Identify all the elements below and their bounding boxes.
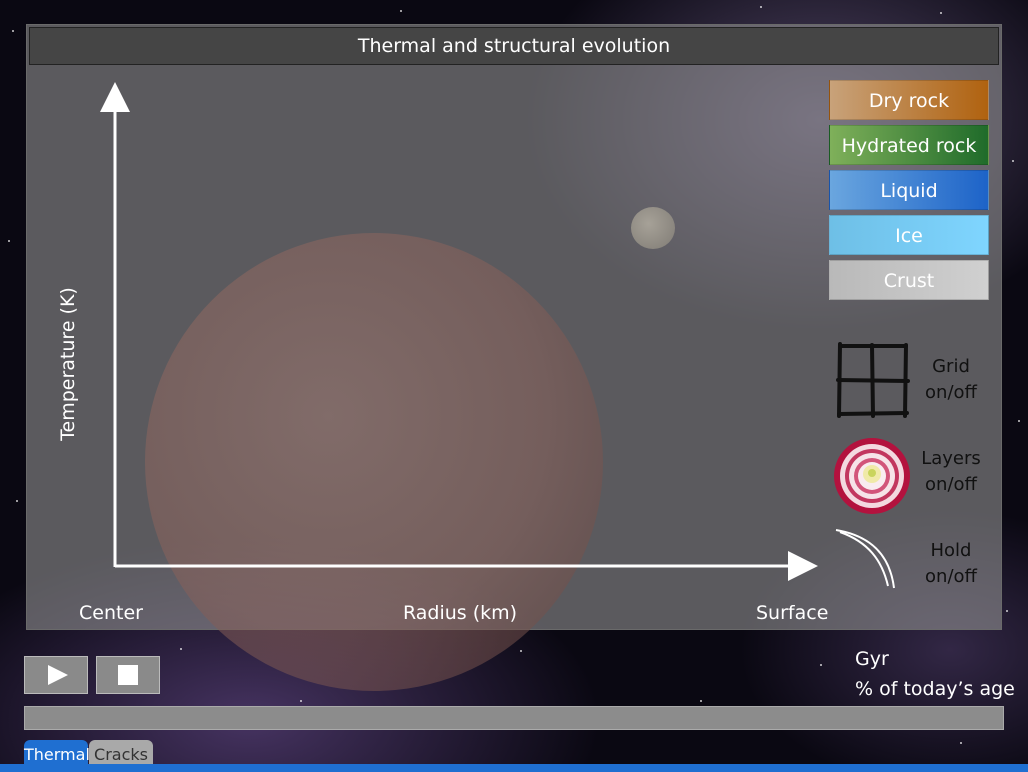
- play-icon: [48, 665, 68, 685]
- grid-toggle-label: Grid on/off: [925, 356, 977, 403]
- y-axis-label: Temperature (K): [57, 287, 79, 441]
- time-progress-bar[interactable]: [24, 706, 1004, 730]
- x-axis-label: Radius (km): [403, 602, 518, 624]
- legend-ice: Ice: [829, 215, 989, 255]
- onion-layers-icon: [834, 438, 910, 514]
- hold-toggle[interactable]: Hold on/off: [832, 526, 1012, 596]
- legend-crust: Crust: [829, 260, 989, 300]
- layers-toggle-label: Layers on/off: [921, 448, 981, 495]
- stop-button[interactable]: [96, 656, 160, 694]
- legend-dry-rock: Dry rock: [829, 80, 989, 120]
- x-tick-surface: Surface: [756, 602, 829, 624]
- play-button[interactable]: [24, 656, 88, 694]
- legend-hydrated-rock: Hydrated rock: [829, 125, 989, 165]
- tab-strip: [0, 764, 1028, 772]
- age-percent-label: % of today’s age: [855, 678, 1015, 700]
- legend-liquid: Liquid: [829, 170, 989, 210]
- time-unit-label: Gyr: [855, 648, 889, 670]
- grid-icon: [836, 342, 910, 418]
- x-tick-center: Center: [79, 602, 143, 624]
- stop-icon: [118, 665, 138, 685]
- hold-toggle-label: Hold on/off: [925, 540, 977, 587]
- hold-curve-icon: [835, 529, 895, 589]
- tab-cracks[interactable]: Cracks: [89, 740, 153, 766]
- grid-toggle[interactable]: Grid on/off: [832, 340, 1012, 420]
- layers-toggle[interactable]: Layers on/off: [832, 438, 1012, 518]
- tab-thermal[interactable]: Thermal: [24, 740, 90, 766]
